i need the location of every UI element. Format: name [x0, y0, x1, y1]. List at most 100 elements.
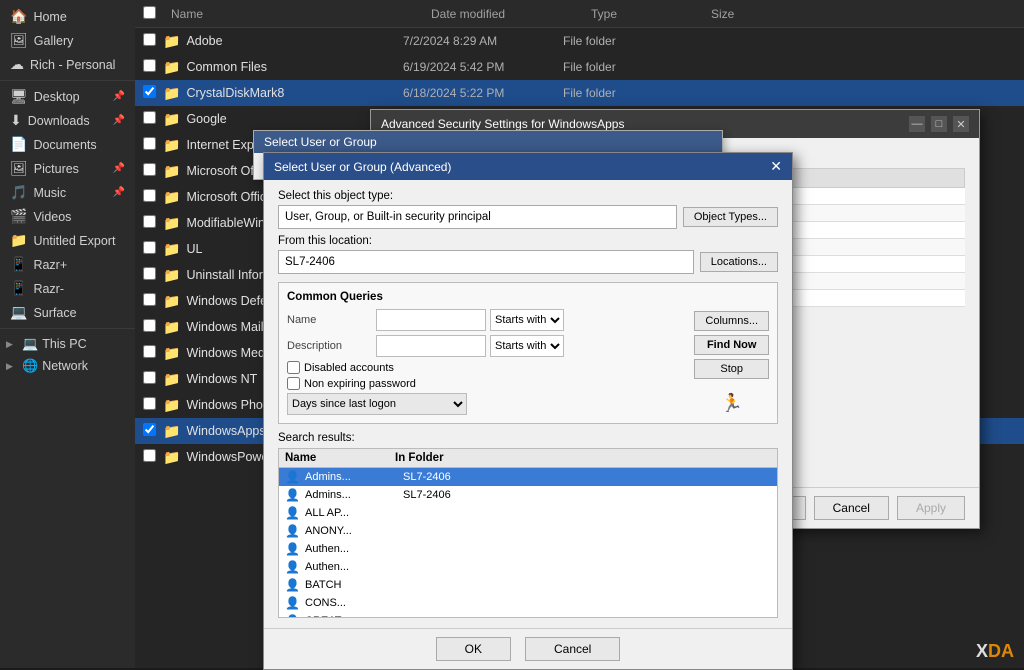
row-checkbox[interactable]: [143, 371, 156, 384]
days-since-row: Days since last logon: [287, 393, 688, 415]
list-item[interactable]: 👤 Admins... SL7-2406: [279, 486, 777, 504]
sidebar-item-desktop[interactable]: 🖥 Desktop 📌: [2, 85, 133, 108]
sidebar-item-untitled[interactable]: 📁 Untitled Export: [2, 229, 133, 252]
sidebar-item-music[interactable]: 🎵 Music 📌: [2, 181, 133, 204]
sug-cancel-button[interactable]: Cancel: [525, 637, 620, 661]
columns-button[interactable]: Columns...: [694, 311, 769, 331]
name-label: Name: [287, 314, 372, 326]
non-expiring-row: Non expiring password: [287, 377, 688, 390]
row-checkbox[interactable]: [143, 163, 156, 176]
minimize-button[interactable]: —: [909, 116, 925, 132]
folder-icon: 📁: [163, 293, 180, 310]
pictures-icon: 🖼: [10, 160, 28, 177]
list-item[interactable]: 👤 BATCH: [279, 576, 777, 594]
sidebar-item-razrplus[interactable]: 📱 Razr+: [2, 253, 133, 276]
days-since-select[interactable]: Days since last logon: [287, 393, 467, 415]
search-results-table[interactable]: Name In Folder 👤 Admins... SL7-2406 👤 Ad…: [278, 448, 778, 618]
list-item[interactable]: 👤 ANONY...: [279, 522, 777, 540]
col-header-type[interactable]: Type: [583, 7, 703, 21]
sug-ok-button[interactable]: OK: [436, 637, 511, 661]
row-checkbox[interactable]: [143, 59, 156, 72]
row-checkbox[interactable]: [143, 241, 156, 254]
list-item[interactable]: 👤 Authen...: [279, 558, 777, 576]
list-item[interactable]: 👤 CREAT...: [279, 612, 777, 618]
disabled-accounts-checkbox[interactable]: [287, 361, 300, 374]
description-label: Description: [287, 340, 372, 352]
sidebar-item-pictures[interactable]: 🖼 Pictures 📌: [2, 157, 133, 180]
cq-right: Columns... Find Now Stop 🏃: [694, 309, 769, 415]
adv-cancel-button[interactable]: Cancel: [814, 496, 889, 520]
row-checkbox[interactable]: [143, 293, 156, 306]
row-checkbox[interactable]: [143, 215, 156, 228]
list-item[interactable]: 👤 Authen...: [279, 540, 777, 558]
row-checkbox[interactable]: [143, 189, 156, 202]
sidebar-item-label: Untitled Export: [33, 234, 115, 248]
sidebar-item-videos[interactable]: 🎬 Videos: [2, 205, 133, 228]
sidebar-item-cloud[interactable]: ☁ Rich - Personal: [2, 53, 133, 76]
name-input[interactable]: [376, 309, 486, 331]
file-date: 7/2/2024 8:29 AM: [403, 34, 563, 48]
file-date: 6/19/2024 5:42 PM: [403, 60, 563, 74]
list-item[interactable]: 👤 CONS...: [279, 594, 777, 612]
sidebar-item-documents[interactable]: 📄 Documents: [2, 133, 133, 156]
sidebar-item-label: Desktop: [34, 90, 80, 104]
sidebar-item-razr[interactable]: 📱 Razr-: [2, 277, 133, 300]
row-checkbox[interactable]: [143, 449, 156, 462]
row-checkbox[interactable]: [143, 423, 156, 436]
col-header-size[interactable]: Size: [703, 7, 783, 21]
cloud-icon: ☁: [10, 56, 24, 73]
sidebar-item-surface[interactable]: 💻 Surface: [2, 301, 133, 324]
runner-icon: 🏃: [694, 393, 769, 414]
sug-advanced-close[interactable]: ✕: [770, 158, 782, 175]
result-name: Authen...: [305, 561, 399, 573]
folder-icon: 📁: [163, 241, 180, 258]
list-item[interactable]: 👤 ALL AP...: [279, 504, 777, 522]
sidebar-item-thispc[interactable]: ▶ 💻 This PC: [0, 333, 135, 355]
col-header-name[interactable]: Name: [163, 7, 423, 21]
row-checkbox[interactable]: [143, 33, 156, 46]
file-list-header: Name Date modified Type Size: [135, 0, 1024, 28]
row-checkbox[interactable]: [143, 319, 156, 332]
user-icon: 👤: [285, 488, 301, 502]
row-checkbox[interactable]: [143, 397, 156, 410]
object-types-button[interactable]: Object Types...: [683, 207, 778, 227]
sr-table-header: Name In Folder: [279, 449, 777, 468]
row-checkbox[interactable]: [143, 267, 156, 280]
videos-icon: 🎬: [10, 208, 27, 225]
name-starts-with-select[interactable]: Starts with: [490, 309, 564, 331]
folder-icon: 📁: [163, 449, 180, 466]
result-name: Admins...: [305, 471, 399, 483]
folder-icon: 📁: [163, 111, 180, 128]
col-header-date[interactable]: Date modified: [423, 7, 583, 21]
adv-apply-button[interactable]: Apply: [897, 496, 965, 520]
locations-button[interactable]: Locations...: [700, 252, 778, 272]
non-expiring-checkbox[interactable]: [287, 377, 300, 390]
find-now-button[interactable]: Find Now: [694, 335, 769, 355]
result-name: ALL AP...: [305, 507, 399, 519]
row-checkbox[interactable]: [143, 85, 156, 98]
row-checkbox[interactable]: [143, 137, 156, 150]
sidebar-item-downloads[interactable]: ⬇ Downloads 📌: [2, 109, 133, 132]
select-all-checkbox[interactable]: [143, 6, 156, 19]
table-row[interactable]: 📁 Common Files 6/19/2024 5:42 PM File fo…: [135, 54, 1024, 80]
close-button[interactable]: ✕: [953, 116, 969, 132]
object-type-input[interactable]: [278, 205, 677, 229]
user-icon: 👤: [285, 560, 301, 574]
row-checkbox[interactable]: [143, 345, 156, 358]
sidebar-item-network[interactable]: ▶ 🌐 Network: [0, 355, 135, 377]
maximize-button[interactable]: □: [931, 116, 947, 132]
table-row[interactable]: 📁 Adobe 7/2/2024 8:29 AM File folder: [135, 28, 1024, 54]
list-item[interactable]: 👤 Admins... SL7-2406: [279, 468, 777, 486]
location-input[interactable]: [278, 250, 694, 274]
sidebar-item-gallery[interactable]: 🖼 Gallery: [2, 29, 133, 52]
row-checkbox[interactable]: [143, 111, 156, 124]
gallery-icon: 🖼: [10, 32, 28, 49]
description-starts-with-select[interactable]: Starts with: [490, 335, 564, 357]
sidebar-item-label: Gallery: [34, 34, 74, 48]
description-input[interactable]: [376, 335, 486, 357]
folder-icon: 📁: [163, 59, 180, 76]
stop-button[interactable]: Stop: [694, 359, 769, 379]
disabled-accounts-label: Disabled accounts: [304, 362, 394, 374]
sidebar-item-home[interactable]: 🏠 Home: [2, 5, 133, 28]
table-row[interactable]: 📁 CrystalDiskMark8 6/18/2024 5:22 PM Fil…: [135, 80, 1024, 106]
